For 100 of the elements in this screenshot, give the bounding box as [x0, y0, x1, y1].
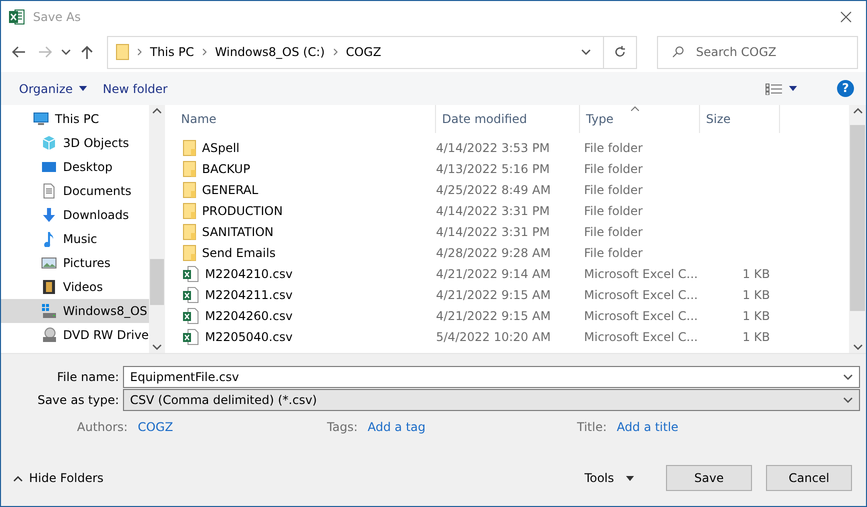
monitor-icon [33, 111, 49, 127]
date-cell-text: 4/21/2022 9:15 AM [436, 288, 552, 302]
sidebar-item[interactable]: Music [1, 227, 149, 251]
breadcrumb[interactable]: COGZ [346, 45, 382, 59]
scroll-up-icon[interactable] [852, 107, 862, 114]
drive-icon [41, 303, 57, 319]
sidebar-item[interactable]: Desktop [1, 155, 149, 179]
type-cell-text: Microsoft Excel C... [583, 308, 699, 322]
metadata-link[interactable]: Add a tag [368, 420, 426, 434]
date-cell-text: 4/25/2022 8:49 AM [436, 182, 552, 196]
dropdown-chevron-icon[interactable] [843, 396, 853, 404]
scrollbar-thumb[interactable] [850, 125, 865, 311]
file-name[interactable]: ASpell [175, 140, 436, 156]
search-box[interactable]: Search COGZ [657, 36, 858, 68]
left-arrow-icon [12, 46, 26, 58]
chevron-up-icon [13, 474, 23, 482]
spreadsheet-file-icon [183, 308, 199, 324]
file-name[interactable]: M2204210.csv [175, 266, 436, 282]
metadata-label: Title: [577, 420, 607, 434]
date-cell-text: 4/14/2022 3:31 PM [436, 204, 551, 218]
sidebar-item[interactable]: Downloads [1, 203, 149, 227]
breadcrumb[interactable]: This PC [150, 45, 194, 59]
file-type-dropdown[interactable]: CSV (Comma delimited) (*.csv) [123, 389, 860, 411]
recent-locations-icon[interactable] [61, 48, 71, 56]
file-name[interactable]: M2204260.csv [175, 308, 436, 324]
refresh-icon [614, 46, 626, 58]
type-cell-text: Microsoft Excel C... [583, 330, 699, 344]
sidebar-item[interactable]: Windows8_OS [1, 299, 149, 323]
file-name[interactable]: Send Emails [175, 244, 436, 260]
type-cell-text: File folder [583, 182, 644, 196]
folder-icon [183, 182, 196, 198]
spreadsheet-file-icon [183, 266, 199, 282]
date-cell-text: 4/21/2022 9:14 AM [436, 266, 552, 280]
new-folder-button[interactable]: New folder [94, 82, 176, 96]
file-name[interactable]: BACKUP [175, 160, 436, 176]
sidebar-item[interactable]: Videos [1, 275, 149, 299]
field-label: File name: [56, 370, 120, 384]
scroll-up-icon[interactable] [152, 107, 162, 114]
column-header[interactable]: Date modified [436, 105, 580, 133]
tools-button[interactable]: Tools [578, 470, 640, 486]
hide-folders-button[interactable]: Hide Folders [13, 471, 104, 485]
dropdown-chevron-icon[interactable] [581, 49, 591, 56]
cancel-button[interactable]: Cancel [766, 465, 852, 491]
address-bar[interactable]: This PC Windows8_OS (C:) COGZ [107, 36, 637, 68]
field-label: Save as type: [36, 393, 120, 407]
chevron-icon [202, 48, 207, 56]
right-arrow-icon [38, 46, 52, 58]
breadcrumb[interactable]: Windows8_OS (C:) [214, 45, 325, 59]
save-button[interactable]: Save [666, 465, 752, 491]
organize-button[interactable]: Organize [11, 82, 95, 96]
details-view-icon [765, 82, 783, 94]
size-cell-text: 1 KB [741, 308, 770, 322]
column-header[interactable]: Type [580, 105, 700, 133]
date-cell-text: 4/14/2022 3:53 PM [436, 140, 551, 154]
scrollbar[interactable] [849, 105, 866, 353]
scroll-down-icon[interactable] [852, 344, 862, 351]
date-cell-text: 4/14/2022 3:31 PM [436, 224, 551, 238]
dropdown-chevron-icon[interactable] [843, 374, 853, 380]
metadata-label: Tags: [327, 420, 358, 434]
folder-icon [183, 140, 196, 156]
size-cell-text: 1 KB [741, 330, 770, 344]
close-icon[interactable] [840, 11, 852, 23]
column-header[interactable]: Name [175, 105, 436, 133]
sidebar-item[interactable]: Pictures [1, 251, 149, 275]
folder-icon [183, 224, 196, 240]
column-header[interactable]: Size [700, 105, 780, 133]
sidebar-item[interactable]: This PC [1, 107, 149, 131]
file-name[interactable]: SANITATION [175, 224, 436, 240]
down-arrow-icon [41, 207, 57, 223]
sidebar-item[interactable]: 3D Objects [1, 131, 149, 155]
file-name[interactable]: M2204211.csv [175, 286, 436, 302]
spreadsheet-file-icon [183, 286, 199, 302]
folder-icon [183, 244, 196, 260]
metadata-link[interactable]: Add a title [616, 420, 678, 434]
file-name[interactable]: GENERAL [175, 182, 436, 198]
search-icon [672, 46, 684, 58]
sidebar-item[interactable]: DVD RW Drive [1, 323, 149, 347]
sidebar-item[interactable]: Documents [1, 179, 149, 203]
type-cell-text: Microsoft Excel C... [583, 288, 699, 302]
metadata-link[interactable]: COGZ [138, 420, 174, 434]
scrollbar[interactable] [148, 105, 165, 353]
picture-icon [41, 255, 57, 271]
folder-icon [183, 160, 196, 176]
disc-drive-icon [41, 327, 57, 343]
scrollbar-thumb[interactable] [150, 259, 164, 305]
type-cell-text: Microsoft Excel C... [583, 266, 699, 280]
scroll-down-icon[interactable] [152, 344, 162, 351]
file-name[interactable]: PRODUCTION [175, 202, 436, 218]
up-arrow-icon [81, 45, 93, 59]
spreadsheet-app-icon [9, 9, 25, 25]
help-button[interactable]: ? [837, 80, 854, 97]
date-cell-text: 4/28/2022 9:28 AM [436, 246, 552, 260]
document-icon [41, 183, 57, 199]
film-icon [41, 279, 57, 295]
date-cell-text: 4/21/2022 9:15 AM [436, 308, 552, 322]
cube-icon [41, 135, 57, 151]
folder-icon [183, 202, 196, 218]
chevron-icon [332, 48, 338, 56]
file-name[interactable]: M2205040.csv [175, 328, 436, 344]
folder-icon [116, 44, 129, 60]
